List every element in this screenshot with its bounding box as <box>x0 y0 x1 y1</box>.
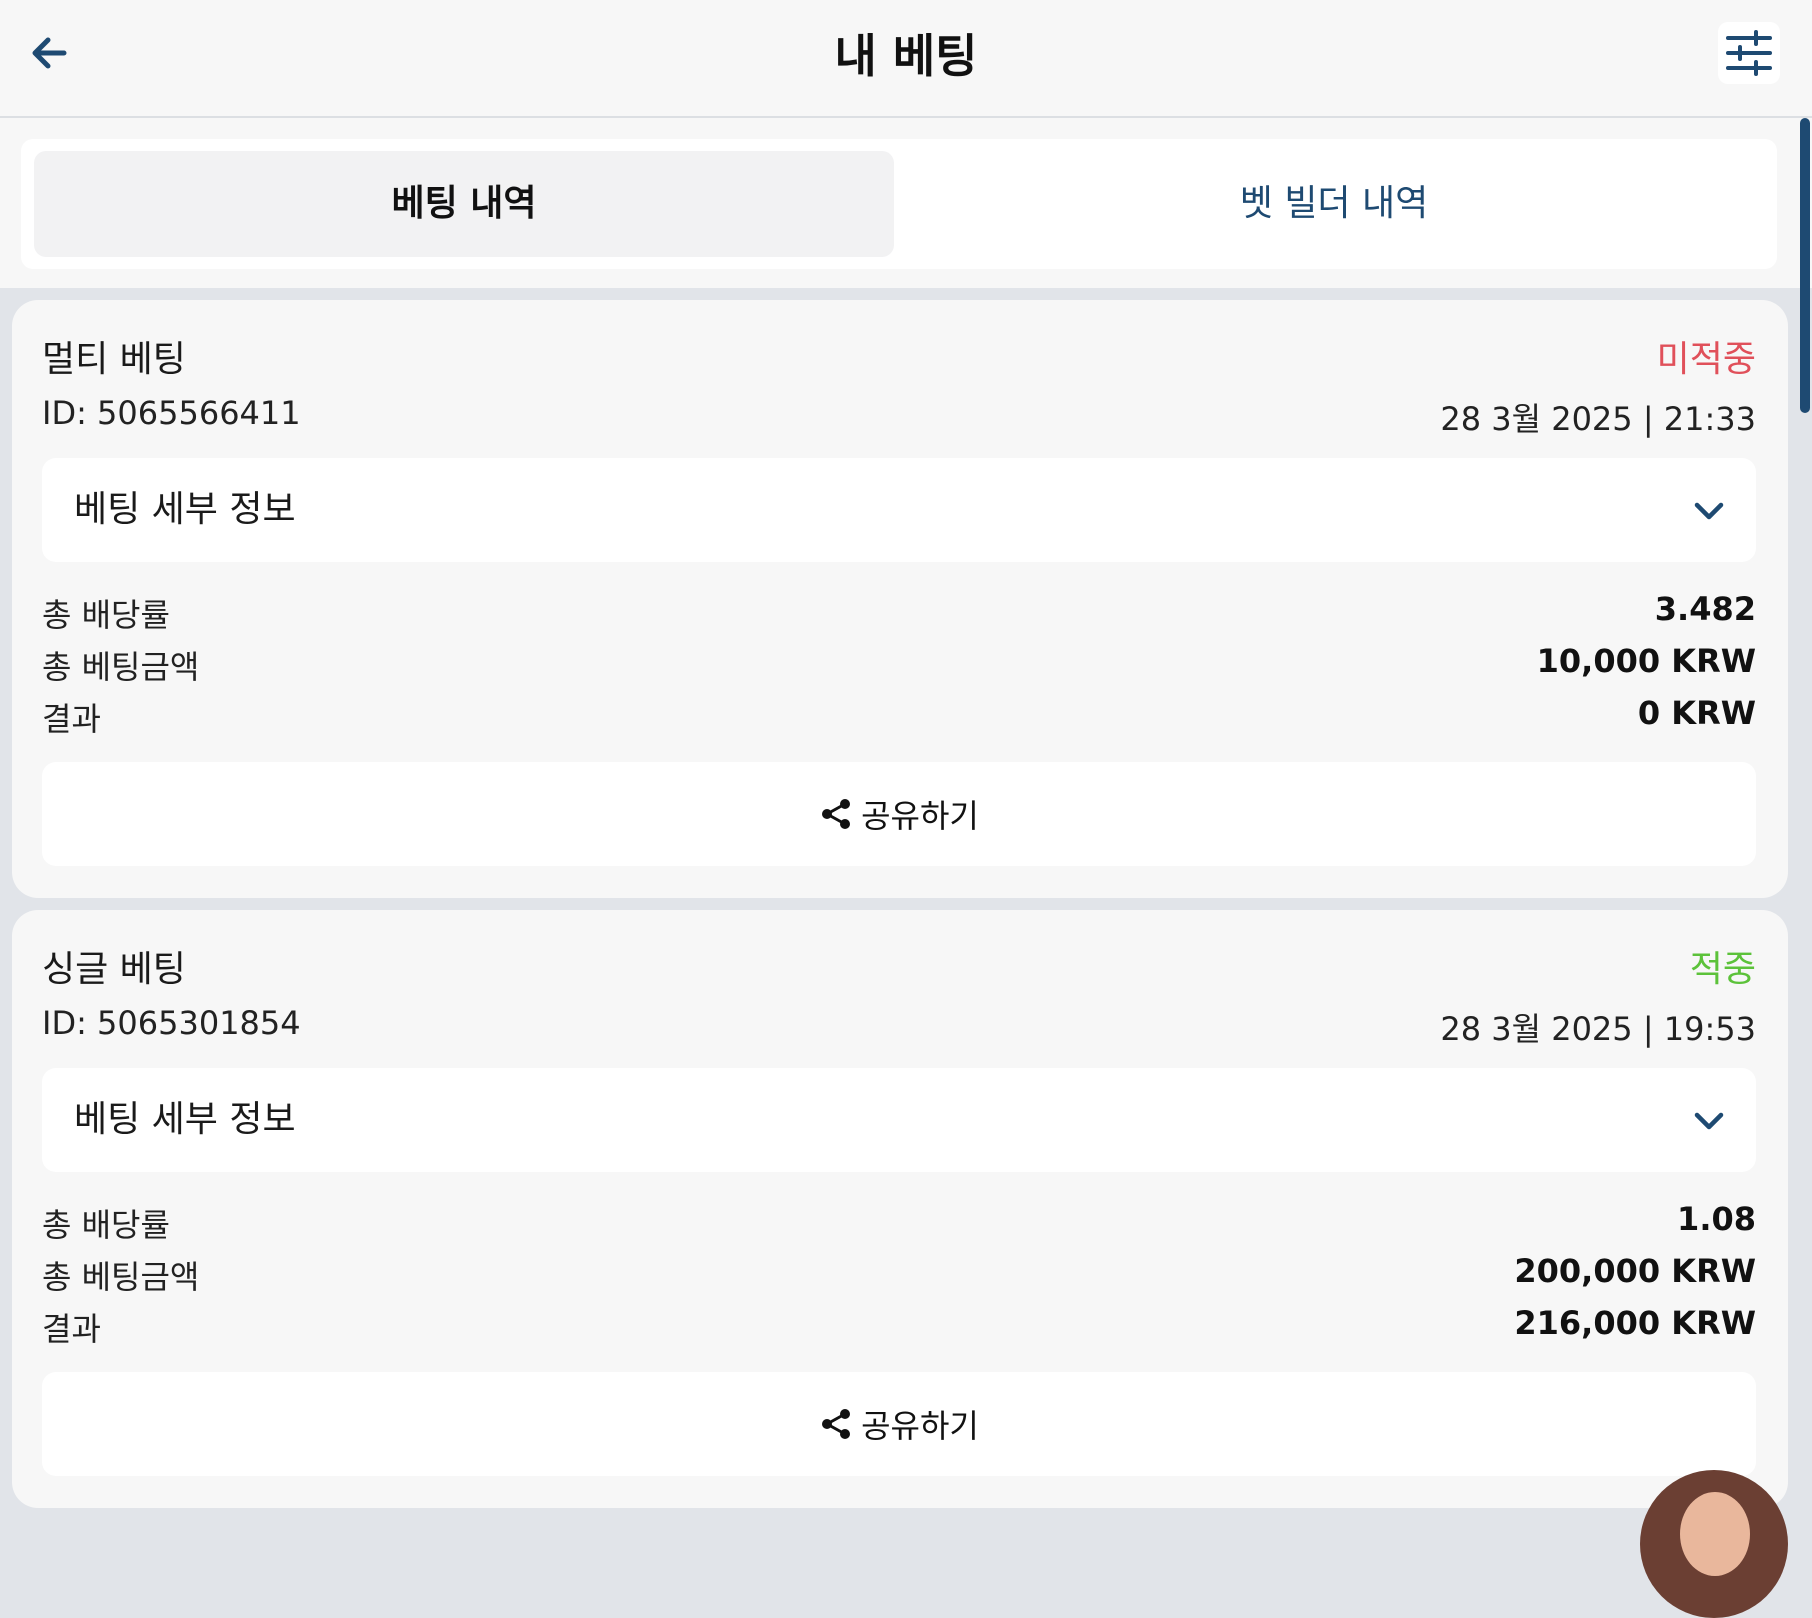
chevron-down-icon <box>1694 502 1724 520</box>
chevron-down-icon <box>1694 1112 1724 1130</box>
bet-details-toggle[interactable]: 베팅 세부 정보 <box>42 458 1756 562</box>
tabs-section: 베팅 내역 벳 빌더 내역 <box>0 118 1812 288</box>
tab-bet-history[interactable]: 베팅 내역 <box>34 151 894 257</box>
bet-type: 멀티 베팅 <box>42 339 186 380</box>
share-button[interactable]: 공유하기 <box>42 762 1756 866</box>
top-bar: 내 베팅 <box>0 0 1812 118</box>
total-stake-label: 총 베팅금액 <box>42 1258 200 1296</box>
share-content: 공유하기 <box>42 762 1756 866</box>
filter-button[interactable] <box>1718 22 1780 84</box>
bet-details-toggle[interactable]: 베팅 세부 정보 <box>42 1068 1756 1172</box>
bet-datetime: 28 3월 2025 | 21:33 <box>1440 400 1756 438</box>
arrow-left-icon <box>32 37 67 69</box>
share-icon <box>822 1409 851 1439</box>
total-odds-value: 3.482 <box>1654 590 1756 628</box>
status-badge: 미적중 <box>1656 339 1756 380</box>
scrollbar[interactable] <box>1798 116 1812 1511</box>
bet-type: 싱글 베팅 <box>42 949 186 990</box>
share-button[interactable]: 공유하기 <box>42 1372 1756 1476</box>
share-label: 공유하기 <box>861 797 979 835</box>
tab-bar: 베팅 내역 벳 빌더 내역 <box>21 139 1777 269</box>
bet-card: 멀티 베팅 미적중 ID: 5065566411 28 3월 2025 | 21… <box>12 300 1788 898</box>
result-label: 결과 <box>42 700 101 738</box>
bet-card: 싱글 베팅 적중 ID: 5065301854 28 3월 2025 | 19:… <box>12 910 1788 1508</box>
result-value: 0 KRW <box>1637 694 1756 732</box>
total-odds-value: 1.08 <box>1677 1200 1756 1238</box>
share-content: 공유하기 <box>42 1372 1756 1476</box>
share-label: 공유하기 <box>861 1407 979 1445</box>
avatar-face <box>1680 1492 1750 1576</box>
total-stake-label: 총 베팅금액 <box>42 648 200 686</box>
sliders-icon <box>1726 30 1772 76</box>
bet-details-label: 베팅 세부 정보 <box>74 1099 296 1140</box>
support-chat-avatar[interactable] <box>1640 1470 1788 1618</box>
result-value: 216,000 KRW <box>1514 1304 1756 1342</box>
result-label: 결과 <box>42 1310 101 1348</box>
share-icon <box>822 799 851 829</box>
status-badge: 적중 <box>1689 949 1756 990</box>
page-title: 내 베팅 <box>834 29 978 83</box>
bet-details-label: 베팅 세부 정보 <box>74 489 296 530</box>
back-button[interactable] <box>24 28 74 78</box>
total-odds-label: 총 배당률 <box>42 596 170 634</box>
bet-id: ID: 5065301854 <box>42 1004 301 1042</box>
total-stake-value: 10,000 KRW <box>1536 642 1756 680</box>
bet-datetime: 28 3월 2025 | 19:53 <box>1440 1010 1756 1048</box>
total-odds-label: 총 배당률 <box>42 1206 170 1244</box>
scroll-thumb[interactable] <box>1800 118 1810 413</box>
total-stake-value: 200,000 KRW <box>1514 1252 1756 1290</box>
bet-id: ID: 5065566411 <box>42 394 301 432</box>
tab-bet-builder-history[interactable]: 벳 빌더 내역 <box>904 151 1764 257</box>
